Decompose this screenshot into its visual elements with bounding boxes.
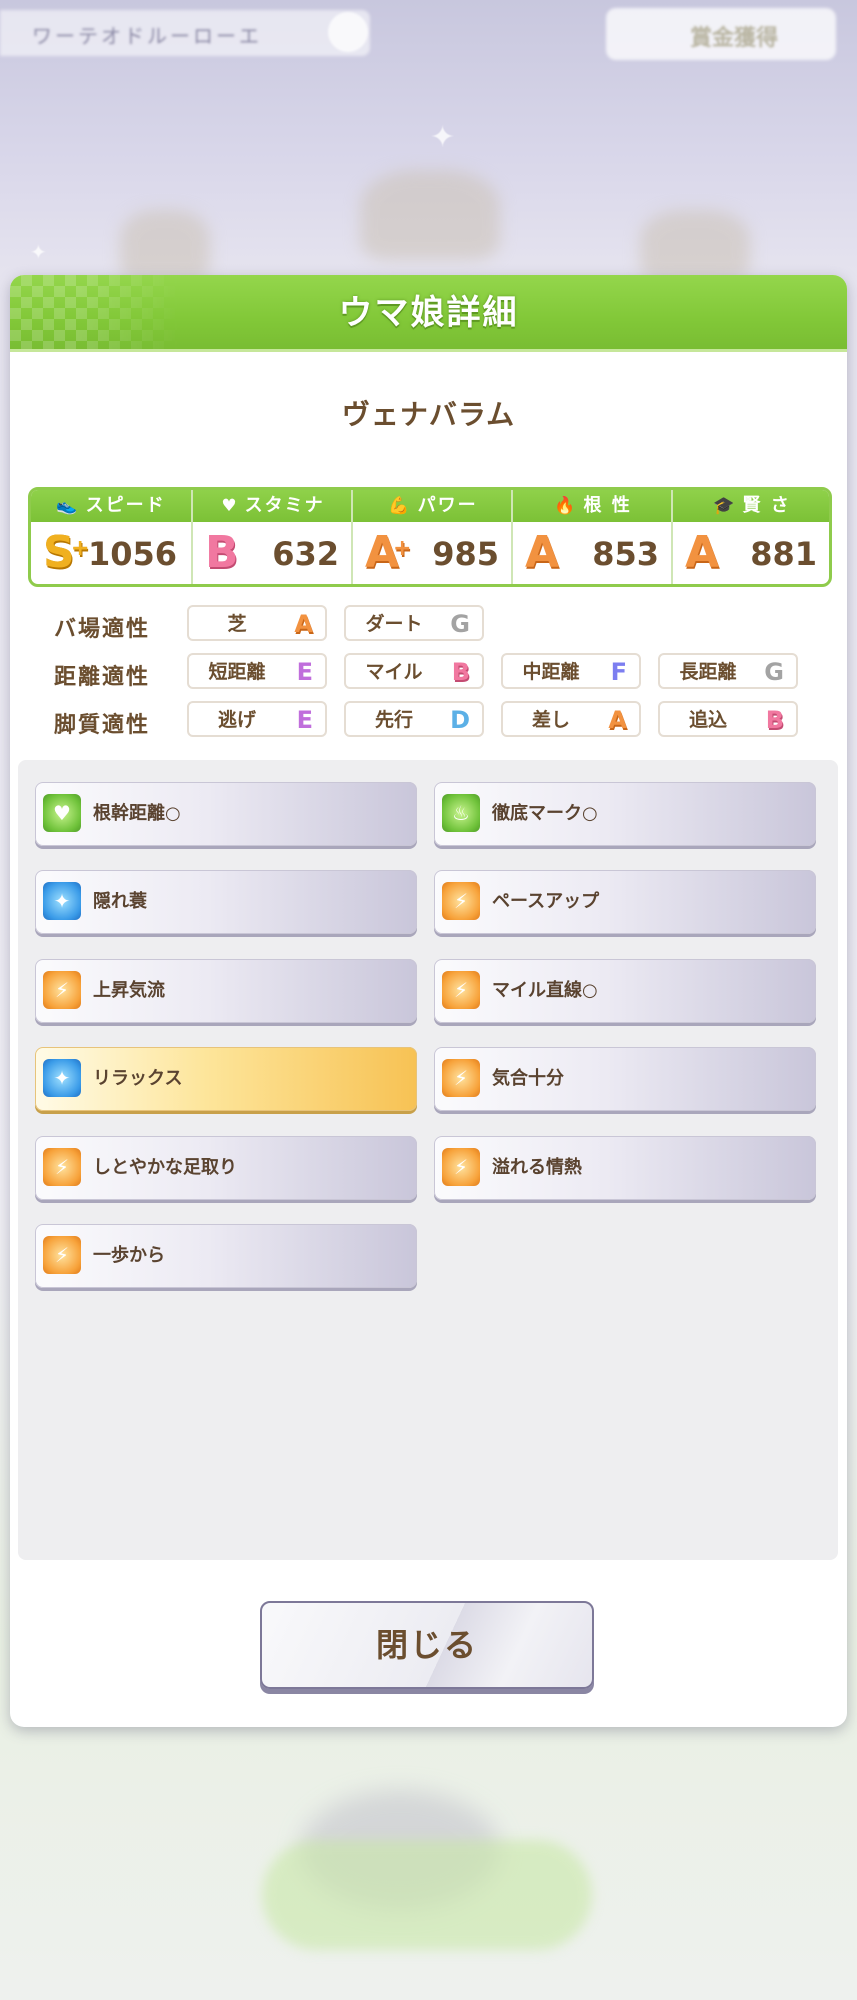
aptitude-medium: 中距離 F bbox=[501, 653, 641, 689]
stat-power: 💪 パワー A + 985 bbox=[351, 490, 513, 584]
shoe-icon: 👟 bbox=[56, 496, 80, 516]
skill-item[interactable]: ⚡ 溢れる情熱 bbox=[434, 1136, 816, 1200]
aptitude-long: 長距離 G bbox=[658, 653, 798, 689]
skill-name: しとやかな足取り bbox=[93, 1157, 237, 1178]
aptitude-betweener: 差し A bbox=[501, 701, 641, 737]
background-top-bar-text: ワーテオドルーローエ bbox=[32, 24, 262, 48]
stat-value: 632 bbox=[272, 535, 339, 573]
mortarboard-icon: 🎓 bbox=[713, 496, 737, 516]
skill-item[interactable]: ⚡ マイル直線○ bbox=[434, 959, 816, 1023]
sparkle-icon: ✦ bbox=[43, 1059, 81, 1097]
skill-item[interactable]: ⚡ しとやかな足取り bbox=[35, 1136, 417, 1200]
background-top-right-text: 賞金獲得 bbox=[690, 26, 779, 51]
skill-name: 隠れ蓑 bbox=[93, 891, 147, 912]
skill-name: 上昇気流 bbox=[93, 980, 165, 1001]
aptitude-chaser: 追込 B bbox=[658, 701, 798, 737]
aptitude-mile: マイル B bbox=[344, 653, 484, 689]
skill-item[interactable]: ⚡ 一歩から bbox=[35, 1224, 417, 1288]
distance-aptitude-label: 距離適性 bbox=[54, 665, 151, 690]
stat-value: 853 bbox=[592, 535, 659, 573]
skills-list: ♥ 根幹距離○ ♨ 徹底マーク○ ✦ 隠れ蓑 ⚡ ペースアップ ⚡ 上昇気流 ⚡… bbox=[18, 760, 838, 1560]
aptitude-turf: 芝A bbox=[187, 605, 327, 641]
track-aptitude-label: バ場適性 bbox=[54, 617, 151, 642]
sparkle-icon: ✦ bbox=[43, 882, 81, 920]
skill-item[interactable]: ✦ 隠れ蓑 bbox=[35, 870, 417, 934]
stat-guts: 🔥 根 性 A 853 bbox=[511, 490, 673, 584]
skill-item[interactable]: ♥ 根幹距離○ bbox=[35, 782, 417, 846]
flame-icon: 🔥 bbox=[554, 496, 578, 516]
background-character bbox=[640, 210, 750, 280]
stat-grade: A bbox=[525, 527, 560, 578]
horse-name: ヴェナバラム bbox=[341, 398, 516, 431]
close-button-label: 閉じる bbox=[375, 1626, 478, 1664]
stat-value: 985 bbox=[432, 535, 499, 573]
sparkle-icon: ✦ bbox=[30, 240, 47, 264]
aptitude-short: 短距離 E bbox=[187, 653, 327, 689]
skill-name: マイル直線○ bbox=[492, 980, 598, 1001]
runner-icon: ⚡ bbox=[442, 1148, 480, 1186]
skill-name: ペースアップ bbox=[492, 891, 600, 912]
dialog-header: ウマ娘詳細 bbox=[10, 275, 847, 352]
heart-icon: ♥ bbox=[43, 794, 81, 832]
style-aptitude-label: 脚質適性 bbox=[54, 713, 151, 738]
skill-name: リラックス bbox=[93, 1068, 183, 1089]
flame-icon: ♨ bbox=[442, 794, 480, 832]
skill-name: 気合十分 bbox=[492, 1068, 564, 1089]
background-character bbox=[360, 170, 500, 260]
skill-item[interactable]: ♨ 徹底マーク○ bbox=[434, 782, 816, 846]
heart-icon: ♥ bbox=[221, 496, 239, 516]
stat-stamina: ♥ スタミナ B 632 bbox=[191, 490, 353, 584]
dialog-title: ウマ娘詳細 bbox=[338, 293, 519, 333]
runner-icon: ⚡ bbox=[43, 1236, 81, 1274]
runner-icon: ⚡ bbox=[442, 882, 480, 920]
stat-label: 根 性 bbox=[583, 495, 632, 516]
aptitude-dirt: ダート G bbox=[344, 605, 484, 641]
stat-grade: A + bbox=[365, 527, 412, 578]
stat-label: スタミナ bbox=[244, 495, 325, 516]
background-info-button bbox=[328, 12, 368, 52]
stat-grade: A bbox=[685, 527, 720, 578]
stat-grade: S + bbox=[43, 527, 90, 578]
stat-speed: 👟 スピード S + 1056 bbox=[31, 490, 191, 584]
runner-icon: ⚡ bbox=[43, 1148, 81, 1186]
stat-grade: B bbox=[205, 527, 239, 578]
skill-name: 徹底マーク○ bbox=[492, 803, 598, 824]
skill-name: 溢れる情熱 bbox=[492, 1157, 582, 1178]
skill-item-highlighted[interactable]: ✦ リラックス bbox=[35, 1047, 417, 1111]
stat-label: パワー bbox=[417, 495, 478, 516]
stat-label: スピード bbox=[85, 495, 166, 516]
close-button[interactable]: 閉じる bbox=[260, 1601, 594, 1689]
stat-value: 1056 bbox=[87, 535, 177, 573]
skill-name: 根幹距離○ bbox=[93, 803, 181, 824]
runner-icon: ⚡ bbox=[43, 971, 81, 1009]
skill-item[interactable]: ⚡ 上昇気流 bbox=[35, 959, 417, 1023]
background-button bbox=[262, 1840, 592, 1950]
runner-icon: ⚡ bbox=[442, 971, 480, 1009]
skill-name: 一歩から bbox=[93, 1245, 165, 1266]
stat-wisdom: 🎓 賢 さ A 881 bbox=[671, 490, 829, 584]
aptitude-leader: 先行 D bbox=[344, 701, 484, 737]
background-character bbox=[120, 210, 210, 280]
skill-item[interactable]: ⚡ 気合十分 bbox=[434, 1047, 816, 1111]
sparkle-icon: ✦ bbox=[430, 120, 456, 155]
stat-label: 賢 さ bbox=[742, 495, 791, 516]
muscle-icon: 💪 bbox=[388, 496, 412, 516]
skill-item[interactable]: ⚡ ペースアップ bbox=[434, 870, 816, 934]
aptitude-runner: 逃げ E bbox=[187, 701, 327, 737]
runner-icon: ⚡ bbox=[442, 1059, 480, 1097]
stat-value: 881 bbox=[750, 535, 817, 573]
stats-panel: 👟 スピード S + 1056 ♥ スタミナ B 632 💪 パワー A + 985 🔥 根… bbox=[28, 487, 832, 587]
uma-detail-dialog: ウマ娘詳細 ヴェナバラム 👟 スピード S + 1056 ♥ スタミナ B 632 💪… bbox=[10, 275, 847, 1727]
